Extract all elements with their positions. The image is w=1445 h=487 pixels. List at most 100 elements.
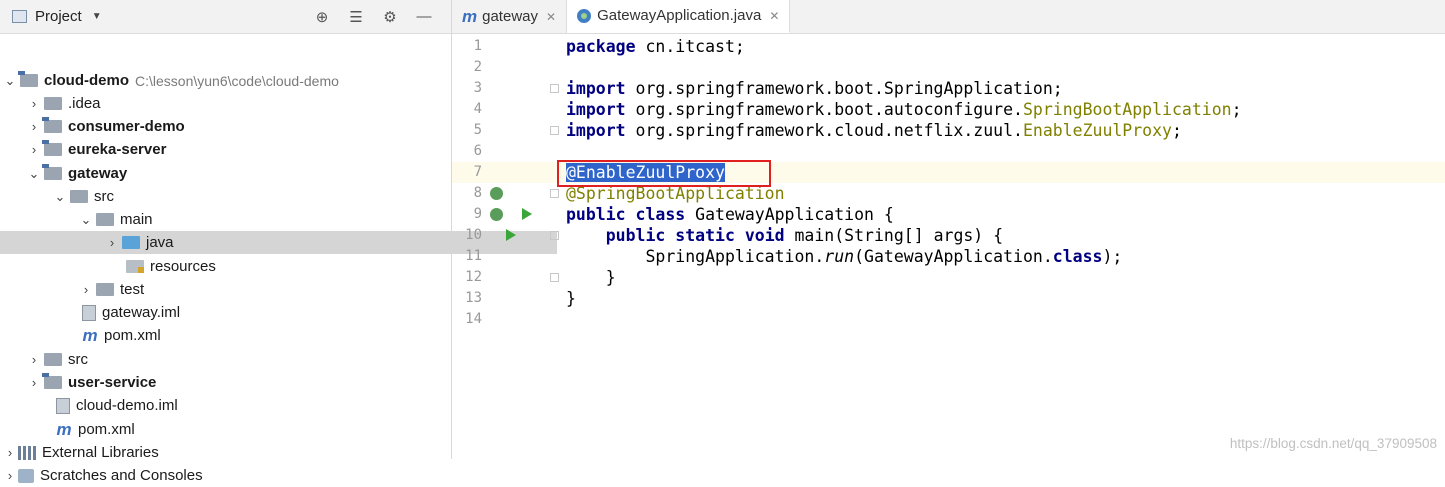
run-icon[interactable] [522, 208, 532, 220]
tree-item-gateway[interactable]: ⌄ gateway [0, 162, 479, 185]
fold-icon[interactable] [550, 126, 559, 135]
code-line: 14 [452, 309, 1445, 330]
close-icon[interactable]: ✕ [546, 10, 556, 24]
code-text: org.springframework.boot.autoconfigure. [625, 100, 1023, 119]
code-annotation-ref: SpringBootApplication [1022, 100, 1232, 119]
code-text: org.springframework.boot.SpringApplicati… [625, 79, 1063, 98]
code-keyword: package [566, 37, 636, 56]
code-annotation-ref: EnableZuulProxy [1022, 121, 1172, 140]
tree-item-eureka-server[interactable]: › eureka-server [0, 138, 479, 161]
spring-bean-icon[interactable] [490, 208, 503, 221]
editor-panel: m gateway ✕ GatewayApplication.java ✕ 1 … [452, 0, 1445, 459]
fold-icon[interactable] [550, 189, 559, 198]
chevron-down-icon: ▼ [91, 11, 102, 22]
code-line: 4 import org.springframework.boot.autoco… [452, 99, 1445, 120]
chevron-right-icon[interactable]: › [28, 96, 40, 111]
code-line: 12 } [452, 267, 1445, 288]
chevron-right-icon[interactable]: › [28, 375, 40, 390]
resources-folder-icon [126, 260, 144, 273]
project-view-selector[interactable]: Project ▼ [12, 8, 102, 25]
module-folder-icon [42, 373, 62, 389]
tree-item-src[interactable]: ⌄ src [0, 185, 505, 208]
code-text: } [566, 268, 616, 287]
chevron-right-icon[interactable]: › [4, 468, 16, 483]
line-number: 4 [473, 101, 482, 117]
scratches-icon [18, 468, 34, 483]
chevron-down-icon[interactable]: ⌄ [80, 212, 92, 228]
target-icon[interactable]: ⊕ [305, 8, 339, 26]
code-line: 5 import org.springframework.cloud.netfl… [452, 120, 1445, 141]
chevron-right-icon[interactable]: › [106, 235, 118, 250]
fold-icon[interactable] [550, 231, 559, 240]
folder-icon [70, 190, 88, 203]
tree-item-label: consumer-demo [68, 118, 185, 135]
spring-class-icon [577, 8, 592, 23]
code-keyword: import [566, 121, 626, 140]
chevron-down-icon[interactable]: ⌄ [4, 73, 16, 89]
tree-item-cloud-demo[interactable]: ⌄ cloud-demo C:\lesson\yun6\code\cloud-d… [0, 69, 455, 92]
tree-item-cloud-demo-iml[interactable]: cloud-demo.iml [0, 394, 503, 417]
editor-tabs: m gateway ✕ GatewayApplication.java ✕ [452, 0, 1445, 34]
chevron-right-icon[interactable]: › [28, 119, 40, 134]
module-folder-icon [42, 117, 62, 133]
source-folder-icon [122, 236, 140, 249]
tab-label: GatewayApplication.java [597, 7, 762, 24]
chevron-right-icon[interactable]: › [28, 142, 40, 157]
chevron-right-icon[interactable]: › [4, 445, 16, 460]
code-line: 10 public static void main(String[] args… [452, 225, 1445, 246]
code-static-call: run [824, 247, 855, 266]
code-line: 3 import org.springframework.boot.Spring… [452, 78, 1445, 99]
minimize-icon[interactable]: — [407, 8, 441, 25]
line-number: 6 [473, 143, 482, 159]
tree-item-label: pom.xml [104, 327, 161, 344]
project-toolbar: Project ▼ ⊕ ☰ ⚙ — [0, 0, 451, 34]
chevron-right-icon[interactable]: › [80, 282, 92, 297]
tab-gateway[interactable]: m gateway ✕ [452, 0, 568, 33]
close-icon[interactable]: ✕ [769, 9, 779, 23]
fold-icon[interactable] [550, 273, 559, 282]
chevron-right-icon[interactable]: › [28, 352, 40, 367]
tree-item-consumer-demo[interactable]: › consumer-demo [0, 115, 479, 138]
tab-gateway-application[interactable]: GatewayApplication.java ✕ [567, 0, 791, 33]
gear-icon[interactable]: ⚙ [373, 8, 407, 26]
chevron-down-icon[interactable]: ⌄ [28, 166, 40, 182]
tree-item-label: java [146, 234, 174, 251]
module-folder-icon [42, 164, 62, 180]
iml-file-icon [82, 304, 96, 321]
project-window-icon [12, 10, 27, 23]
folder-icon [96, 283, 114, 296]
tree-item-gateway-pom[interactable]: m pom.xml [0, 324, 529, 347]
tree-item-label: cloud-demo [44, 72, 129, 89]
tree-item-label: resources [150, 258, 216, 275]
code-text: main(String[] args) { [784, 226, 1004, 245]
line-number: 8 [473, 185, 482, 201]
code-line: 1 package cn.itcast; [452, 36, 1445, 57]
fold-icon[interactable] [550, 84, 559, 93]
code-keyword: class [1052, 247, 1103, 266]
code-text: ; [1231, 100, 1242, 119]
tree-item-root-pom[interactable]: m pom.xml [0, 418, 503, 441]
folder-icon [96, 213, 114, 226]
code-text: GatewayApplication { [685, 205, 894, 224]
tree-item-path: C:\lesson\yun6\code\cloud-demo [135, 72, 339, 89]
run-icon[interactable] [506, 229, 516, 241]
maven-icon: m [82, 325, 98, 345]
collapse-icon[interactable]: ☰ [339, 8, 373, 26]
tree-item-idea[interactable]: › .idea [0, 92, 479, 115]
spring-bean-icon[interactable] [490, 187, 503, 200]
iml-file-icon [56, 397, 70, 414]
chevron-down-icon[interactable]: ⌄ [54, 189, 66, 205]
code-keyword: public class [566, 205, 686, 224]
line-number: 10 [465, 227, 482, 243]
code-line: 13 } [452, 288, 1445, 309]
line-number: 14 [465, 311, 482, 327]
code-text: (GatewayApplication. [854, 247, 1053, 266]
tree-item-label: .idea [68, 95, 101, 112]
tree-item-external-libraries[interactable]: › External Libraries [0, 441, 455, 464]
tree-item-user-service[interactable]: › user-service [0, 371, 479, 394]
module-folder-icon [42, 140, 62, 156]
tree-item-root-src[interactable]: › src [0, 348, 479, 371]
tree-item-label: Scratches and Consoles [40, 467, 203, 484]
tree-item-gateway-iml[interactable]: gateway.iml [0, 301, 529, 324]
tree-item-scratches[interactable]: › Scratches and Consoles [0, 464, 455, 487]
